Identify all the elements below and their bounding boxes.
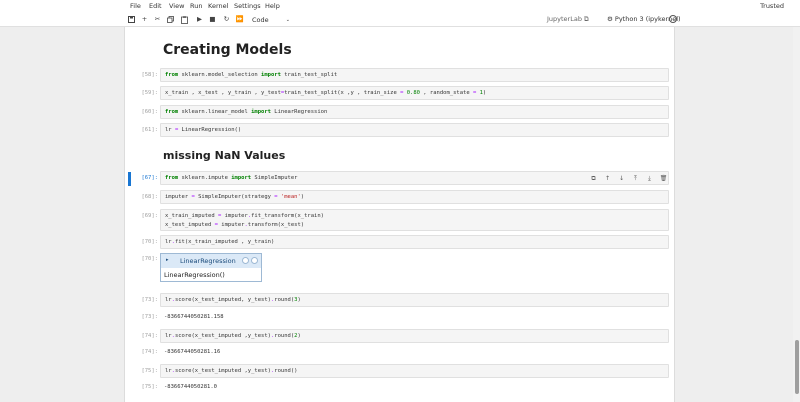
copy-icon[interactable] <box>166 15 175 24</box>
cell-prompt: [74]: <box>141 333 158 339</box>
code-line: x_test_imputed = imputer.transform(x_tes… <box>165 222 305 228</box>
cell-prompt: [60]: <box>141 109 158 115</box>
cell-prompt: [67]: <box>141 175 158 181</box>
menu-view[interactable]: View <box>169 2 184 10</box>
move-down-icon[interactable]: ↓ <box>617 174 626 183</box>
code-line: lr.score(x_test_imputed, y_test).round(3… <box>165 297 301 303</box>
output-prompt: [75]: <box>141 384 158 390</box>
jupyterlab-link[interactable]: JupyterLab ⧉ <box>547 15 589 24</box>
estimator-repr-body: LinearRegression() <box>164 271 225 279</box>
delete-icon[interactable]: 🗑 <box>659 174 668 183</box>
code-cell[interactable]: lr.score(x_test_imputed ,y_test).round() <box>160 364 669 378</box>
cell-prompt: [68]: <box>141 194 158 200</box>
output-text: -8366744050281.158 <box>164 314 224 320</box>
menu-settings[interactable]: Settings <box>234 2 261 10</box>
move-up-icon[interactable]: ↑ <box>603 174 612 183</box>
insert-below-icon[interactable]: ⤓ <box>645 174 654 183</box>
code-line: from sklearn.impute import SimpleImputer <box>165 175 298 181</box>
active-cell-indicator <box>128 172 131 186</box>
code-cell[interactable]: x_train_imputed = imputer.fit_transform(… <box>160 209 669 231</box>
code-line: lr = LinearRegression() <box>165 127 242 133</box>
restart-icon[interactable]: ↻ <box>222 15 231 24</box>
menu-kernel[interactable]: Kernel <box>208 2 228 10</box>
output-prompt: [74]: <box>141 349 158 355</box>
heading-creating-models: Creating Models <box>163 42 292 58</box>
output-prompt: [70]: <box>141 256 158 262</box>
menu-bar: File Edit View Run Kernel Settings Help … <box>0 0 800 12</box>
cell-prompt: [73]: <box>141 297 158 303</box>
menu-run[interactable]: Run <box>190 2 202 10</box>
duplicate-icon[interactable]: ⧉ <box>589 174 598 183</box>
cell-prompt: [70]: <box>141 239 158 245</box>
estimator-repr-header[interactable]: ▸ LinearRegression <box>161 254 261 268</box>
help-icon[interactable] <box>242 257 249 264</box>
scrollbar-thumb[interactable] <box>795 340 799 394</box>
gear-icon: ⚙ <box>607 15 613 23</box>
chevron-down-icon: ⌄ <box>285 16 290 23</box>
fitted-status-icon <box>251 257 258 264</box>
menu-help[interactable]: Help <box>265 2 280 10</box>
code-cell[interactable]: imputer = SimpleImputer(strategy = 'mean… <box>160 190 669 204</box>
output-text: -8366744050281.16 <box>164 349 221 355</box>
paste-icon[interactable] <box>180 15 189 24</box>
insert-above-icon[interactable]: ⤒ <box>631 174 640 183</box>
cell-type-value: Code <box>252 15 269 24</box>
fast-forward-icon[interactable]: ⏩ <box>235 15 244 24</box>
code-line: lr.fit(x_train_imputed , y_train) <box>165 239 275 245</box>
code-line: lr.score(x_test_imputed ,y_test).round() <box>165 368 298 374</box>
code-line: from sklearn.linear_model import LinearR… <box>165 109 328 115</box>
cut-icon[interactable]: ✂ <box>153 15 162 24</box>
expand-arrow-icon: ▸ <box>166 257 169 263</box>
code-line: x_train , x_test , y_train , y_test=trai… <box>165 90 487 96</box>
code-cell[interactable]: lr.score(x_test_imputed, y_test).round(3… <box>160 293 669 307</box>
cell-prompt: [58]: <box>141 72 158 78</box>
trusted-indicator: Trusted <box>760 2 784 10</box>
run-icon[interactable]: ▶ <box>195 15 204 24</box>
code-cell[interactable]: x_train , x_test , y_train , y_test=trai… <box>160 86 669 100</box>
estimator-name: LinearRegression <box>180 257 236 265</box>
output-prompt: [73]: <box>141 314 158 320</box>
code-cell[interactable]: from sklearn.model_selection import trai… <box>160 68 669 82</box>
code-cell[interactable]: from sklearn.linear_model import LinearR… <box>160 105 669 119</box>
add-cell-icon[interactable]: + <box>140 15 149 24</box>
code-cell[interactable]: lr.fit(x_train_imputed , y_train) <box>160 235 669 249</box>
cell-prompt: [69]: <box>141 213 158 219</box>
code-line: imputer = SimpleImputer(strategy = 'mean… <box>165 194 305 200</box>
heading-missing-values: missing NaN Values <box>163 149 286 162</box>
notebook-toolbar: + ✂ ▶ ■ ↻ ⏩ Code ⌄ JupyterLab ⧉ ⚙ Python… <box>0 12 800 27</box>
code-line: x_train_imputed = imputer.fit_transform(… <box>165 213 324 219</box>
code-cell[interactable]: lr.score(x_test_imputed ,y_test).round(2… <box>160 329 669 343</box>
stop-icon[interactable]: ■ <box>208 15 217 24</box>
menu-file[interactable]: File <box>130 2 141 10</box>
cell-toolbar: ⧉ ↑ ↓ ⤒ ⤓ 🗑 <box>589 174 668 183</box>
cell-prompt: [59]: <box>141 90 158 96</box>
cell-prompt: [75]: <box>141 368 158 374</box>
save-icon[interactable] <box>127 15 136 24</box>
code-line: lr.score(x_test_imputed ,y_test).round(2… <box>165 333 301 339</box>
code-line: from sklearn.model_selection import trai… <box>165 72 338 78</box>
code-cell[interactable]: lr = LinearRegression() <box>160 123 669 137</box>
output-text: -8366744050281.0 <box>164 384 217 390</box>
cell-prompt: [61]: <box>141 127 158 133</box>
estimator-repr: ▸ LinearRegression LinearRegression() <box>160 253 262 282</box>
cell-type-select[interactable]: Code ⌄ <box>248 14 294 25</box>
menu-edit[interactable]: Edit <box>149 2 162 10</box>
kernel-status-icon <box>669 15 677 23</box>
external-link-icon: ⧉ <box>584 15 589 23</box>
